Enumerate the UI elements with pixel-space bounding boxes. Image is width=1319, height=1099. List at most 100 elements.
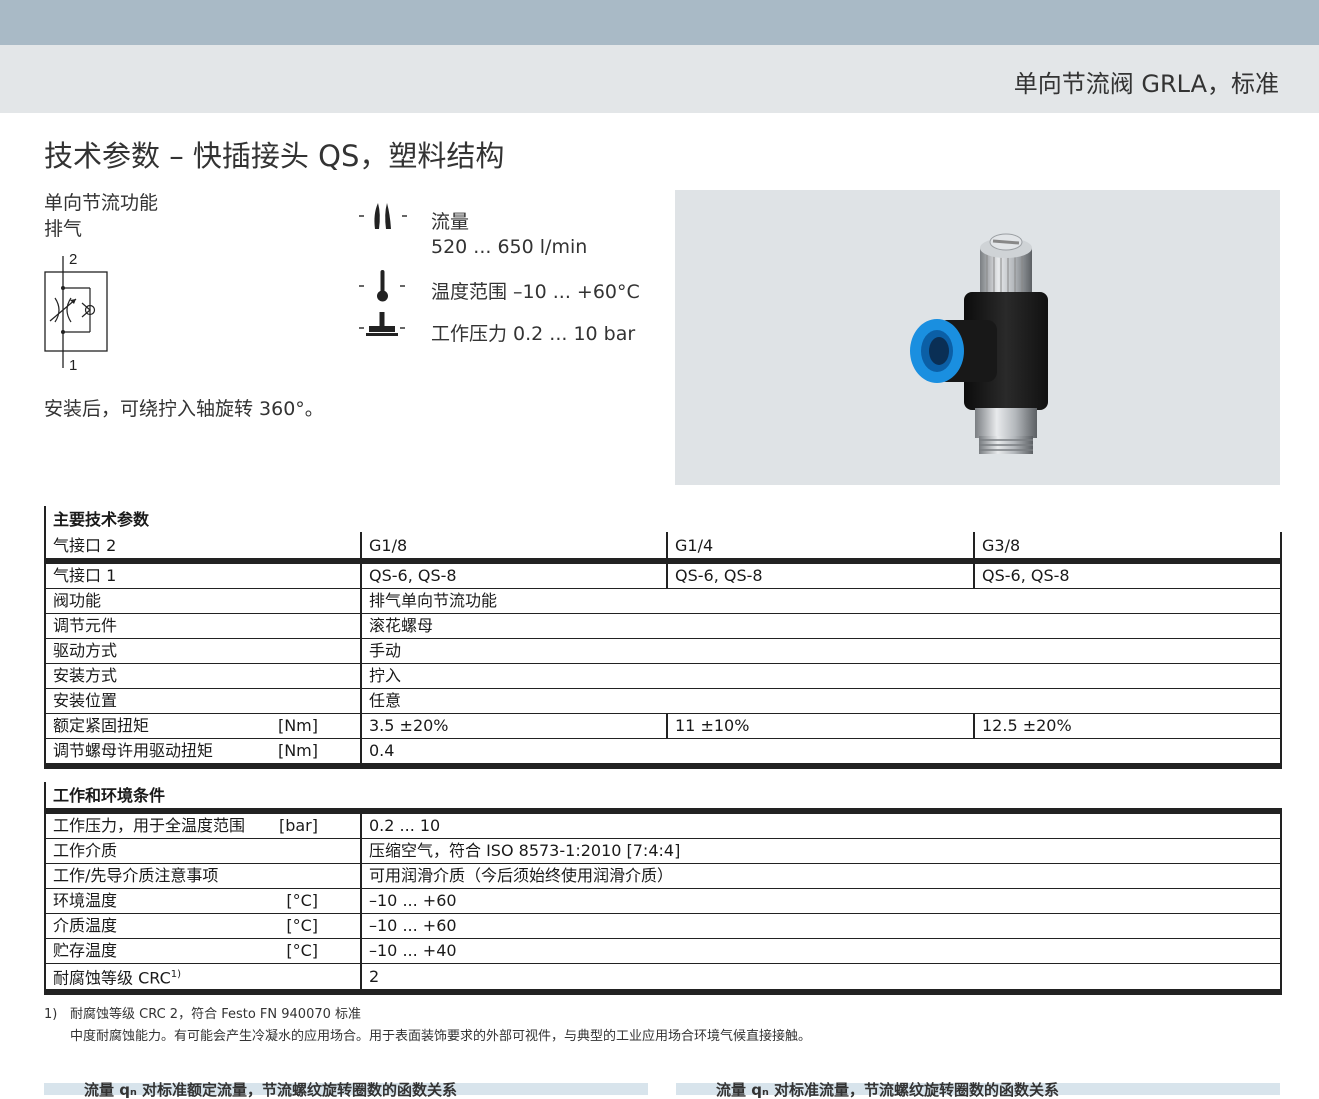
footnote-ref: 1) xyxy=(170,969,182,980)
row-label-text: 额定紧固扭矩 xyxy=(53,716,150,735)
footnote: 1) 耐腐蚀等级 CRC 2，符合 Festo FN 940070 标准 中度耐腐… xyxy=(44,1004,811,1048)
row-label: 工作压力，用于全温度范围 [bar] xyxy=(44,811,361,839)
cell-value: –10 ... +60 xyxy=(359,913,1283,939)
table-row: 驱动方式 手动 xyxy=(44,638,1283,664)
main-specs-caption: 主要技术参数 xyxy=(43,506,1282,532)
row-label: 阀功能 xyxy=(44,588,361,614)
cell-value: QS-6, QS-8 xyxy=(972,561,1283,589)
check-throttle-valve-symbol-icon: 2 1 xyxy=(44,251,108,374)
property-temperature: 温度范围 –10 ... +60°C xyxy=(356,268,656,308)
bottom-heading-left: 流量 qₙ 对标准额定流量，节流螺纹旋转圈数的函数关系 xyxy=(44,1081,648,1099)
table-row: 耐腐蚀等级 CRC1) 2 xyxy=(44,963,1283,996)
footnote-number: 1) xyxy=(44,1007,58,1022)
cell-value: 可用润滑介质（今后须始终使用润滑介质） xyxy=(359,863,1283,889)
function-line-1: 单向节流功能 xyxy=(44,192,159,214)
row-label: 气接口 1 xyxy=(44,561,361,589)
function-line-2: 排气 xyxy=(44,218,83,240)
row-label: 安装方式 xyxy=(44,663,361,689)
port-2-header: 气接口 2 xyxy=(44,532,361,564)
temperature-label: 温度范围 –10 ... +60°C xyxy=(431,281,640,303)
cell-value: 2 xyxy=(359,963,1283,996)
row-label: 工作/先导介质注意事项 xyxy=(44,863,361,889)
pressure-icon xyxy=(359,312,405,336)
table-row: 额定紧固扭矩 [Nm] 3.5 ±20% 11 ±10% 12.5 ±20% xyxy=(44,713,1283,739)
row-label-text: 耐腐蚀等级 CRC xyxy=(53,968,171,988)
rotate-note: 安装后，可绕拧入轴旋转 360°。 xyxy=(44,398,324,420)
cell-value: 排气单向节流功能 xyxy=(359,588,1283,614)
port-2-label: 2 xyxy=(69,251,77,268)
table-row: 工作/先导介质注意事项 可用润滑介质（今后须始终使用润滑介质） xyxy=(44,863,1283,889)
row-label: 环境温度 [°C] xyxy=(44,888,361,914)
row-label: 额定紧固扭矩 [Nm] xyxy=(44,713,361,739)
bottom-heading-right: 流量 qₙ 对标准流量，节流螺纹旋转圈数的函数关系 xyxy=(676,1081,1280,1099)
row-label-text: 工作压力，用于全温度范围 xyxy=(53,816,246,835)
throttle-valve-product-image xyxy=(910,233,1048,454)
cell-value: –10 ... +40 xyxy=(359,938,1283,964)
thermometer-icon xyxy=(359,270,405,302)
table-row: 调节元件 滚花螺母 xyxy=(44,613,1283,639)
row-unit: [Nm] xyxy=(277,716,318,735)
row-label: 驱动方式 xyxy=(44,638,361,664)
row-label: 耐腐蚀等级 CRC1) xyxy=(44,963,361,996)
bottom-heading-left-text: 流量 qₙ 对标准额定流量，节流螺纹旋转圈数的函数关系 xyxy=(84,1081,458,1099)
row-label: 贮存温度 [°C] xyxy=(44,938,361,964)
product-photo xyxy=(675,190,1280,485)
table-row: 气接口 1 QS-6, QS-8 QS-6, QS-8 QS-6, QS-8 xyxy=(44,561,1283,589)
row-unit: [bar] xyxy=(278,816,318,835)
flow-value: 520 ... 650 l/min xyxy=(431,236,588,258)
property-flow: 流量 520 ... 650 l/min xyxy=(356,200,656,260)
cell-value: 0.4 xyxy=(359,738,1283,769)
row-label: 工作介质 xyxy=(44,838,361,864)
row-unit: [°C] xyxy=(286,941,318,960)
cell-value: 滚花螺母 xyxy=(359,613,1283,639)
table-row: 介质温度 [°C] –10 ... +60 xyxy=(44,913,1283,939)
table-row: 安装方式 拧入 xyxy=(44,663,1283,689)
function-description: 单向节流功能 排气 xyxy=(44,190,158,242)
row-label: 调节螺母许用驱动扭矩 [Nm] xyxy=(44,738,361,769)
footnote-line-1: 耐腐蚀等级 CRC 2，符合 Festo FN 940070 标准 xyxy=(70,1007,362,1022)
flow-label: 流量 xyxy=(431,211,470,233)
row-label: 介质温度 [°C] xyxy=(44,913,361,939)
page-header-title: 单向节流阀 GRLA，标准 xyxy=(1013,70,1279,98)
cell-value: 手动 xyxy=(359,638,1283,664)
flow-icon xyxy=(359,203,407,229)
row-label-text: 贮存温度 xyxy=(53,941,118,960)
pneumatic-symbol: 2 1 xyxy=(40,248,120,380)
main-specs-table: 主要技术参数 气接口 2 G1/8 G1/4 G3/8 气接口 1 QS-6, … xyxy=(43,506,1283,769)
cell-value: 任意 xyxy=(359,688,1283,714)
table-row: 调节螺母许用驱动扭矩 [Nm] 0.4 xyxy=(44,738,1283,769)
conditions-caption: 工作和环境条件 xyxy=(43,782,1282,814)
row-unit: [°C] xyxy=(286,916,318,935)
cell-value: 压缩空气，符合 ISO 8573-1:2010 [7:4:4] xyxy=(359,838,1283,864)
cell-value: 11 ±10% xyxy=(666,713,974,739)
col-header-g18: G1/8 xyxy=(360,532,667,564)
cell-value: –10 ... +60 xyxy=(359,888,1283,914)
table-row: 阀功能 排气单向节流功能 xyxy=(44,588,1283,614)
cell-value: QS-6, QS-8 xyxy=(666,561,974,589)
cell-value: 3.5 ±20% xyxy=(360,713,667,739)
table-row: 安装位置 任意 xyxy=(44,688,1283,714)
section-title: 技术参数 – 快插接头 QS，塑料结构 xyxy=(44,139,505,173)
pressure-label: 工作压力 0.2 ... 10 bar xyxy=(431,323,636,345)
row-unit: [°C] xyxy=(286,891,318,910)
bottom-heading-right-text: 流量 qₙ 对标准流量，节流螺纹旋转圈数的函数关系 xyxy=(716,1081,1060,1099)
table-row: 贮存温度 [°C] –10 ... +40 xyxy=(44,938,1283,964)
cell-value: 拧入 xyxy=(359,663,1283,689)
top-bar xyxy=(0,0,1319,45)
row-label: 安装位置 xyxy=(44,688,361,714)
row-label-text: 介质温度 xyxy=(53,916,118,935)
cell-value: QS-6, QS-8 xyxy=(360,561,667,589)
property-pressure: 工作压力 0.2 ... 10 bar xyxy=(356,310,656,350)
cell-value: 12.5 ±20% xyxy=(972,713,1283,739)
col-header-g38: G3/8 xyxy=(972,532,1283,564)
table-row: 工作介质 压缩空气，符合 ISO 8573-1:2010 [7:4:4] xyxy=(44,838,1283,864)
row-label-text: 调节螺母许用驱动扭矩 xyxy=(53,741,214,760)
row-label: 调节元件 xyxy=(44,613,361,639)
footnote-line-2: 中度耐腐蚀能力。有可能会产生冷凝水的应用场合。用于表面装饰要求的外部可视件，与典… xyxy=(70,1029,812,1044)
cell-value: 0.2 ... 10 xyxy=(359,811,1283,839)
conditions-table: 工作和环境条件 工作压力，用于全温度范围 [bar] 0.2 ... 10 工作介… xyxy=(43,782,1283,996)
row-label-text: 环境温度 xyxy=(53,891,118,910)
port-1-label: 1 xyxy=(69,357,77,374)
row-unit: [Nm] xyxy=(277,741,318,760)
col-header-g14: G1/4 xyxy=(666,532,974,564)
